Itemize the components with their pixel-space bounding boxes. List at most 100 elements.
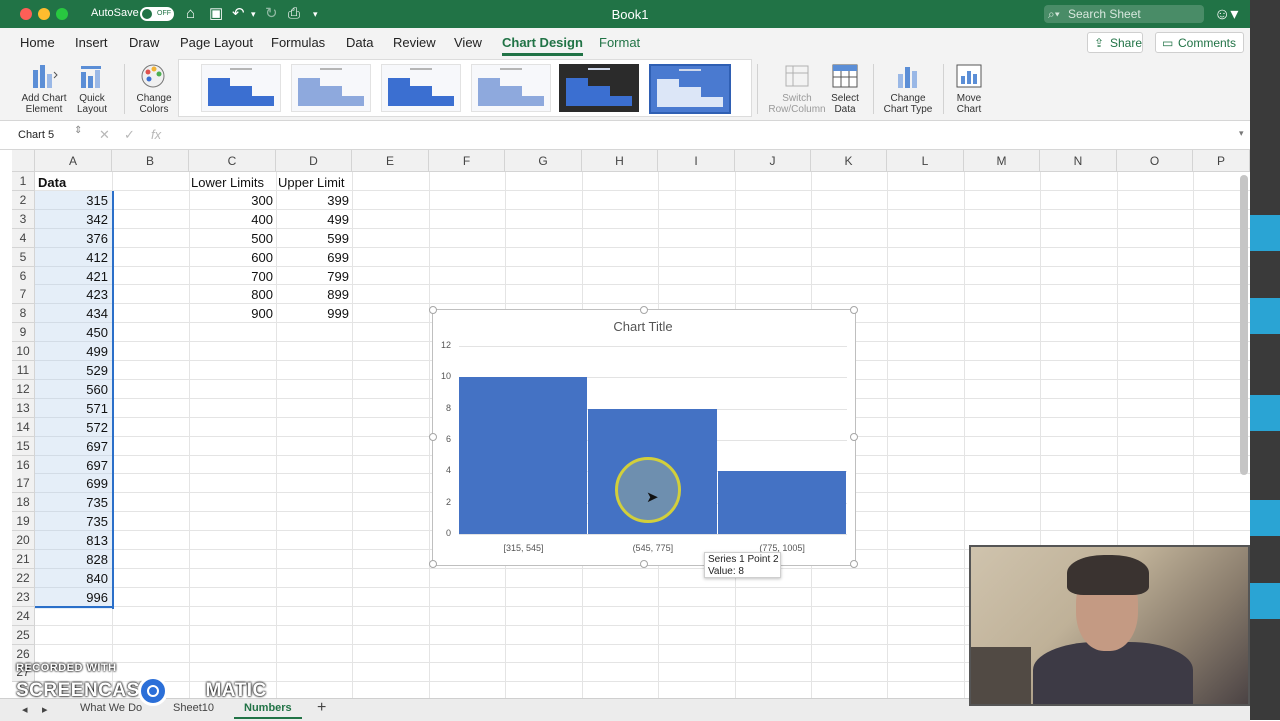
formula-input[interactable] bbox=[172, 125, 1232, 145]
chevron-down-icon[interactable]: ▾ bbox=[251, 5, 256, 23]
histogram-bar[interactable] bbox=[459, 377, 588, 534]
chart-style-4[interactable] bbox=[471, 64, 551, 112]
search-sheet-input[interactable]: ⌕▾ Search Sheet bbox=[1044, 5, 1204, 23]
cell-a5[interactable]: 412 bbox=[35, 249, 108, 267]
cell-d4[interactable]: 599 bbox=[276, 230, 349, 248]
cell-d1[interactable]: Upper Limit bbox=[278, 174, 344, 192]
row-header-20[interactable]: 20 bbox=[12, 531, 35, 551]
minimize-window-button[interactable] bbox=[38, 8, 50, 20]
chart-style-5[interactable] bbox=[559, 64, 639, 112]
cell-a3[interactable]: 342 bbox=[35, 211, 108, 229]
sheet-nav-prev-icon[interactable]: ◂ bbox=[22, 703, 28, 716]
resize-handle[interactable] bbox=[429, 433, 437, 441]
column-header-l[interactable]: L bbox=[887, 150, 964, 172]
redo-icon[interactable]: ↻ bbox=[265, 5, 278, 23]
cell-d3[interactable]: 499 bbox=[276, 211, 349, 229]
column-header-i[interactable]: I bbox=[658, 150, 735, 172]
cell-a10[interactable]: 499 bbox=[35, 343, 108, 361]
column-header-f[interactable]: F bbox=[429, 150, 505, 172]
tab-draw[interactable]: Draw bbox=[129, 35, 159, 50]
insert-function-icon[interactable]: fx bbox=[151, 127, 161, 142]
cell-a1[interactable]: Data bbox=[38, 174, 66, 192]
vertical-scrollbar[interactable] bbox=[1240, 175, 1248, 475]
cell-a7[interactable]: 423 bbox=[35, 286, 108, 304]
column-header-k[interactable]: K bbox=[811, 150, 887, 172]
autosave-toggle[interactable]: OFF bbox=[140, 7, 174, 21]
cell-a17[interactable]: 699 bbox=[35, 475, 108, 493]
cell-a13[interactable]: 571 bbox=[35, 400, 108, 418]
sheet-tab-sheet10[interactable]: Sheet10 bbox=[173, 702, 214, 714]
row-header-21[interactable]: 21 bbox=[12, 550, 35, 569]
column-header-a[interactable]: A bbox=[35, 150, 112, 172]
tab-chart-design[interactable]: Chart Design bbox=[502, 35, 583, 56]
quick-layout-button[interactable]: Quick Layout bbox=[72, 62, 112, 115]
histogram-chart[interactable]: Chart Title 0 2 4 6 8 10 12 [315, 545] (545, 775… bbox=[429, 306, 858, 568]
enter-icon[interactable]: ✓ bbox=[124, 127, 135, 143]
cell-d7[interactable]: 899 bbox=[276, 286, 349, 304]
cell-a2[interactable]: 315 bbox=[35, 192, 108, 210]
cell-d2[interactable]: 399 bbox=[276, 192, 349, 210]
chart-style-2[interactable] bbox=[291, 64, 371, 112]
row-header-8[interactable]: 8 bbox=[12, 304, 35, 324]
cell-d5[interactable]: 699 bbox=[276, 249, 349, 267]
row-header-4[interactable]: 4 bbox=[12, 228, 35, 248]
save-icon[interactable]: ▣ bbox=[209, 5, 223, 23]
column-header-e[interactable]: E bbox=[352, 150, 429, 172]
zoom-window-button[interactable] bbox=[56, 8, 68, 20]
column-header-n[interactable]: N bbox=[1040, 150, 1117, 172]
row-header-10[interactable]: 10 bbox=[12, 342, 35, 362]
print-icon[interactable]: ⎙ bbox=[288, 5, 300, 23]
home-icon[interactable]: ⌂ bbox=[186, 5, 195, 23]
cell-a19[interactable]: 735 bbox=[35, 513, 108, 531]
column-header-p[interactable]: P bbox=[1193, 150, 1250, 172]
resize-handle[interactable] bbox=[640, 560, 648, 568]
cell-a12[interactable]: 560 bbox=[35, 381, 108, 399]
row-header-24[interactable]: 24 bbox=[12, 606, 35, 626]
customize-toolbar-icon[interactable]: ▾ bbox=[313, 5, 318, 23]
column-header-o[interactable]: O bbox=[1117, 150, 1193, 172]
column-header-c[interactable]: C bbox=[189, 150, 276, 172]
cell-a11[interactable]: 529 bbox=[35, 362, 108, 380]
change-colors-button[interactable]: Change Colors bbox=[132, 62, 176, 115]
cell-c3[interactable]: 400 bbox=[189, 211, 273, 229]
cell-c2[interactable]: 300 bbox=[189, 192, 273, 210]
cell-c7[interactable]: 800 bbox=[189, 286, 273, 304]
add-chart-element-button[interactable]: Add Chart Element bbox=[20, 62, 68, 115]
row-header-23[interactable]: 23 bbox=[12, 587, 35, 607]
row-header-12[interactable]: 12 bbox=[12, 379, 35, 399]
cell-a21[interactable]: 828 bbox=[35, 551, 108, 569]
cell-a8[interactable]: 434 bbox=[35, 305, 108, 323]
row-header-2[interactable]: 2 bbox=[12, 190, 35, 210]
row-header-19[interactable]: 19 bbox=[12, 512, 35, 532]
row-header-14[interactable]: 14 bbox=[12, 417, 35, 437]
resize-handle[interactable] bbox=[850, 560, 858, 568]
row-header-3[interactable]: 3 bbox=[12, 209, 35, 229]
row-header-6[interactable]: 6 bbox=[12, 266, 35, 286]
chart-style-1[interactable] bbox=[201, 64, 281, 112]
cell-d6[interactable]: 799 bbox=[276, 268, 349, 286]
row-header-1[interactable]: 1 bbox=[12, 172, 35, 191]
name-box-stepper-icon[interactable]: ⇕ bbox=[74, 125, 82, 136]
cell-c4[interactable]: 500 bbox=[189, 230, 273, 248]
tab-format[interactable]: Format bbox=[599, 35, 640, 50]
cell-c8[interactable]: 900 bbox=[189, 305, 273, 323]
histogram-bar[interactable] bbox=[717, 471, 846, 534]
resize-handle[interactable] bbox=[850, 306, 858, 314]
resize-handle[interactable] bbox=[429, 560, 437, 568]
tab-formulas[interactable]: Formulas bbox=[271, 35, 325, 50]
cell-a14[interactable]: 572 bbox=[35, 419, 108, 437]
expand-formula-bar-icon[interactable]: ▾ bbox=[1239, 128, 1244, 139]
chart-style-6[interactable] bbox=[649, 64, 731, 114]
row-header-26[interactable]: 26 bbox=[12, 644, 35, 664]
tab-view[interactable]: View bbox=[454, 35, 482, 50]
move-chart-button[interactable]: Move Chart bbox=[950, 62, 988, 115]
chart-title[interactable]: Chart Title bbox=[433, 319, 853, 334]
row-header-15[interactable]: 15 bbox=[12, 436, 35, 456]
comments-button[interactable]: ▭ Comments bbox=[1155, 32, 1244, 53]
row-header-11[interactable]: 11 bbox=[12, 361, 35, 380]
tab-home[interactable]: Home bbox=[20, 35, 55, 50]
sheet-tab-what-we-do[interactable]: What We Do bbox=[80, 702, 142, 714]
resize-handle[interactable] bbox=[640, 306, 648, 314]
change-chart-type-button[interactable]: Change Chart Type bbox=[880, 62, 936, 115]
cell-a16[interactable]: 697 bbox=[35, 457, 108, 475]
